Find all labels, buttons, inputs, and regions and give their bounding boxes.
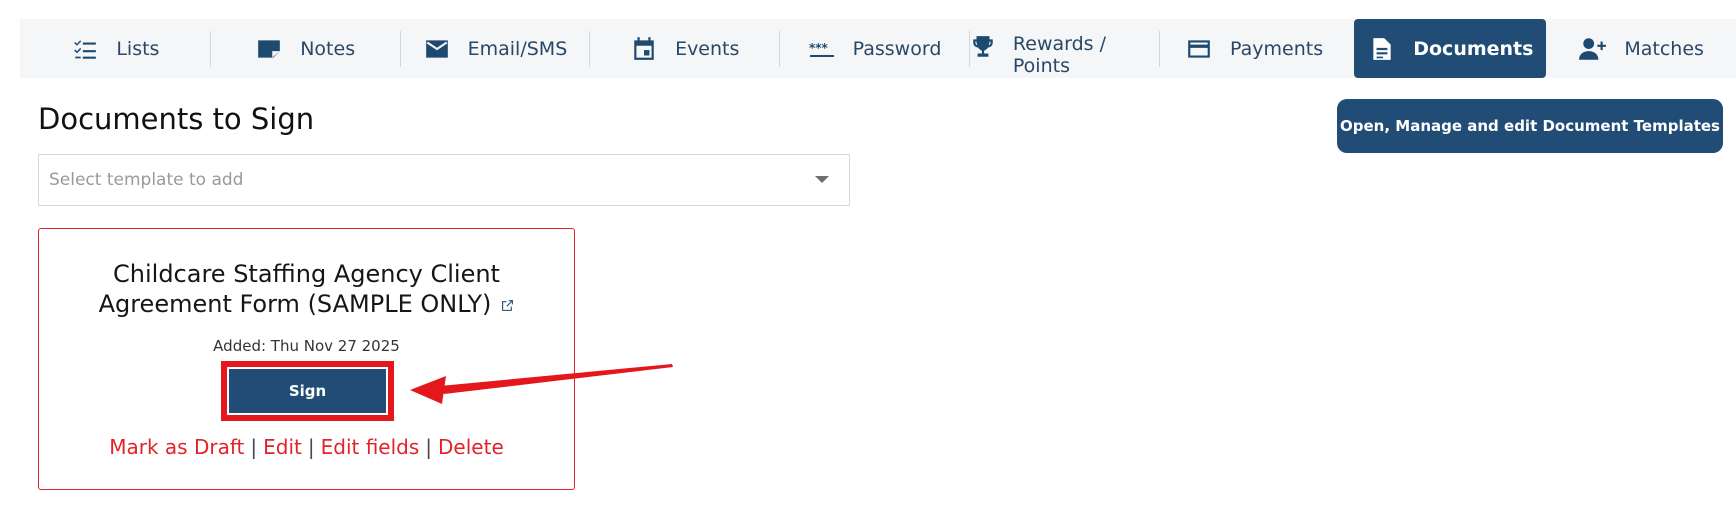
document-icon [1367,35,1397,63]
separator: | [307,435,315,459]
tab-bar: Lists Notes Email/SMS Events *** Passwor… [20,19,1736,78]
template-select-placeholder: Select template to add [49,170,244,190]
tab-label: Email/SMS [467,37,568,60]
tab-label: Rewards / Points [1012,33,1107,77]
page-title: Documents to Sign [38,102,315,136]
tab-events[interactable]: Events [589,19,779,78]
tab-payments[interactable]: Payments [1158,19,1349,78]
tab-rewards-points[interactable]: Rewards / Points [968,19,1159,78]
separator: | [425,435,433,459]
credit-card-icon [1184,35,1214,63]
template-select[interactable]: Select template to add [38,154,850,206]
sign-button[interactable]: Sign [229,369,386,413]
added-date: Added: Thu Nov 27 2025 [213,337,400,355]
password-icon: *** [807,35,837,63]
checklist-icon [70,35,100,63]
annotation-arrow-icon [410,364,673,404]
tab-label: Notes [300,37,356,60]
tab-label: Lists [116,37,160,60]
document-actions: Mark as Draft | Edit | Edit fields | Delete [39,435,574,459]
tab-notes[interactable]: Notes [209,19,400,78]
tab-password[interactable]: *** Password [779,19,969,78]
edit-link[interactable]: Edit [263,435,302,459]
svg-text:***: *** [809,41,829,55]
envelope-icon [422,35,452,63]
tab-label: Password [852,37,942,60]
tab-email-sms[interactable]: Email/SMS [399,19,590,78]
tab-documents[interactable]: Documents [1354,19,1547,78]
add-person-icon [1578,35,1608,63]
tab-label: Payments [1230,37,1324,60]
separator: | [250,435,258,459]
delete-link[interactable]: Delete [438,435,504,459]
note-icon [254,35,284,63]
document-title-line2[interactable]: Agreement Form (SAMPLE ONLY) [99,290,492,318]
external-link-icon[interactable] [501,299,514,312]
manage-templates-button[interactable]: Open, Manage and edit Document Templates [1337,99,1723,153]
chevron-down-icon[interactable] [815,176,829,183]
tab-label: Matches [1624,37,1704,60]
mark-as-draft-link[interactable]: Mark as Draft [109,435,244,459]
calendar-icon [629,35,659,63]
tab-lists[interactable]: Lists [20,19,210,78]
tab-label: Documents [1413,37,1534,60]
trophy-icon [969,33,997,61]
document-title: Childcare Staffing Agency Client Agreeme… [39,259,574,319]
tab-matches[interactable]: Matches [1546,19,1736,78]
tab-label: Events [675,37,740,60]
edit-fields-link[interactable]: Edit fields [321,435,420,459]
document-title-line1: Childcare Staffing Agency Client [113,260,500,288]
